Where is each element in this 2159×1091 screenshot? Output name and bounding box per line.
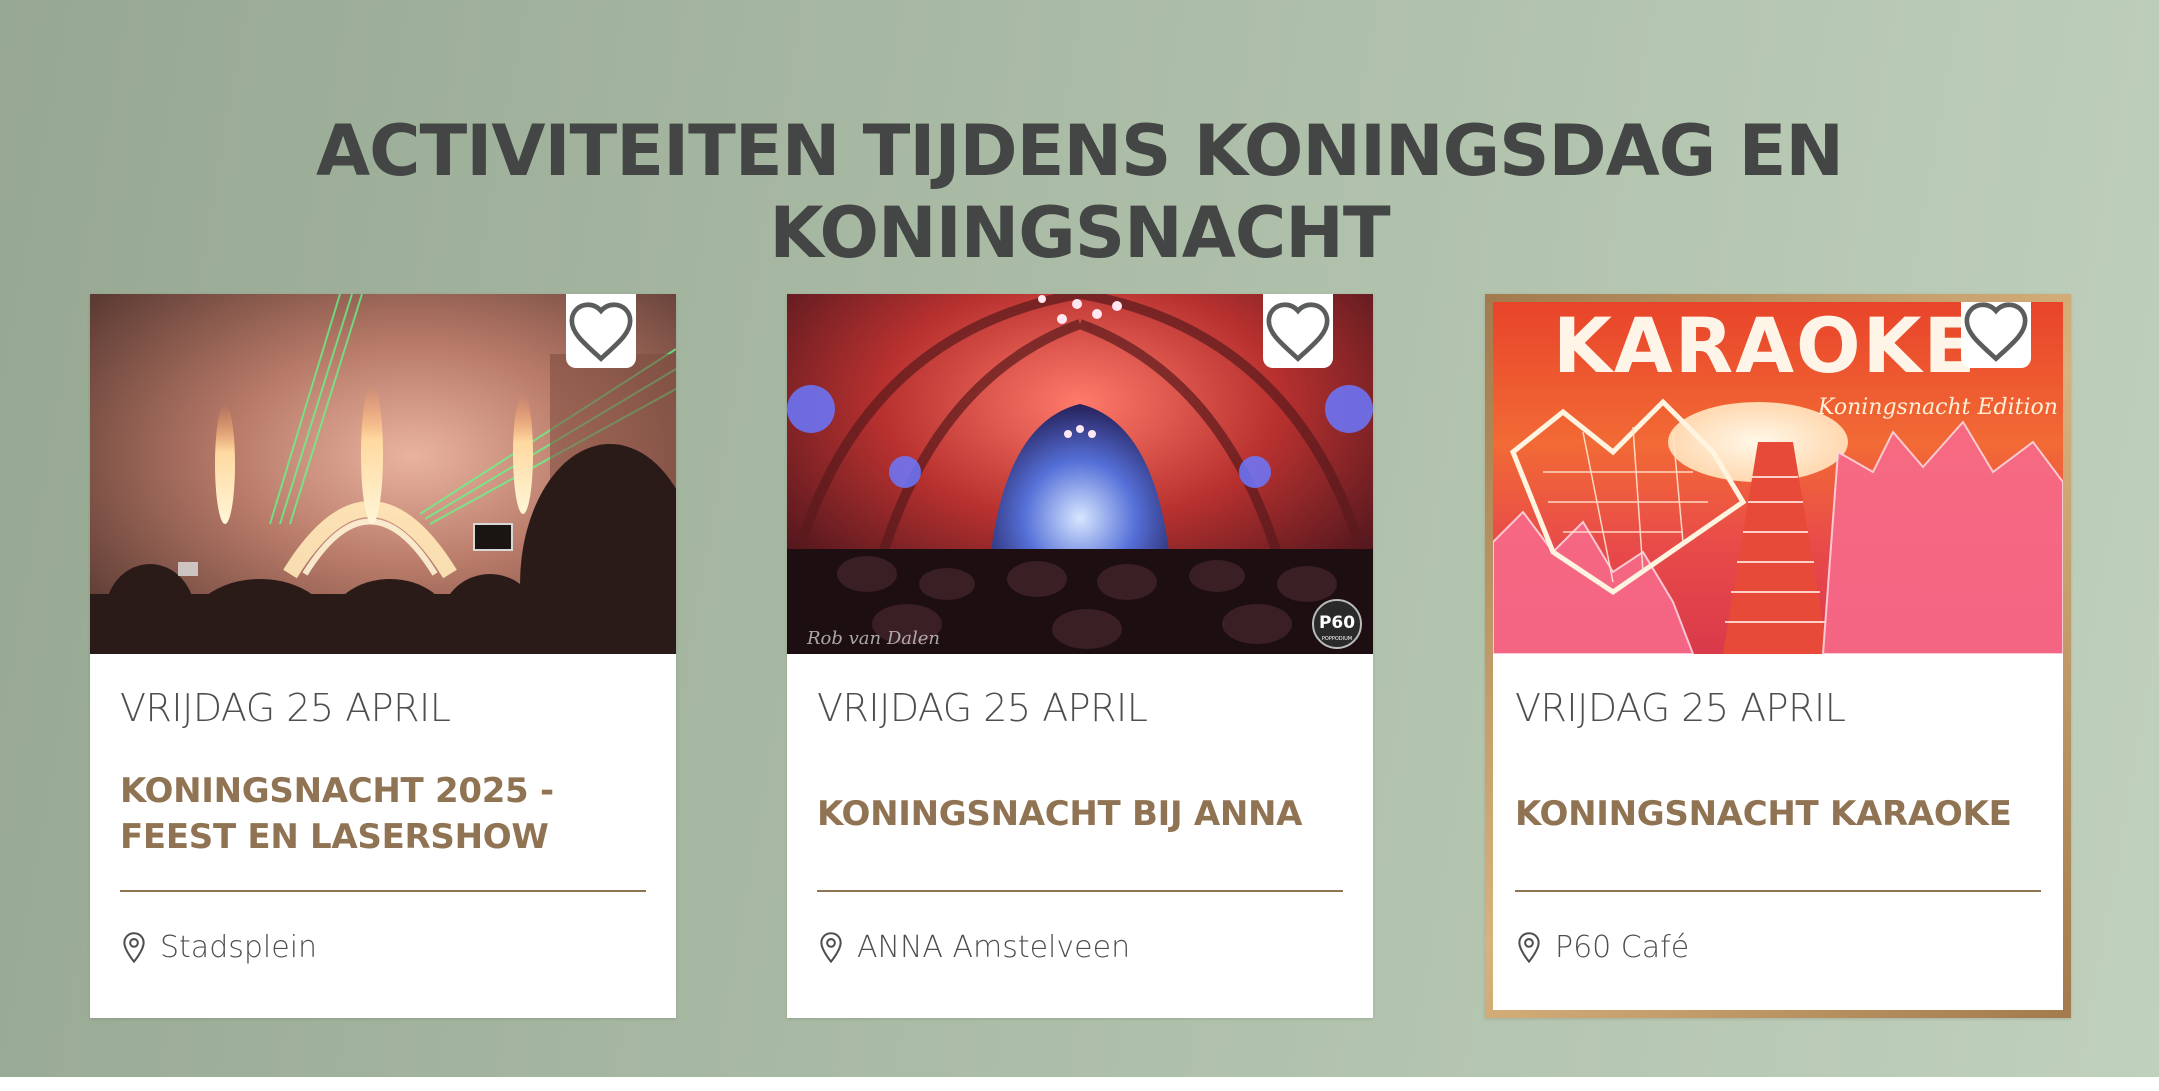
divider <box>1515 890 2041 892</box>
divider <box>120 890 646 892</box>
event-location: P60 Café <box>1515 930 1689 965</box>
event-location: Stadsplein <box>120 930 317 965</box>
event-card-body: VRIJDAG 25 APRIL KONINGSNACHT KARAOKE P6… <box>1515 654 2041 1010</box>
event-title-link[interactable]: KONINGSNACHT 2025 - FEEST EN LASERSHOW <box>120 764 646 864</box>
event-location-name: ANNA Amstelveen <box>857 930 1131 965</box>
event-card-body: VRIJDAG 25 APRIL KONINGSNACHT 2025 - FEE… <box>120 654 646 1018</box>
event-date: VRIJDAG 25 APRIL <box>1515 686 1846 730</box>
event-image-lasershow[interactable] <box>90 294 676 654</box>
event-date: VRIJDAG 25 APRIL <box>120 686 451 730</box>
page-title: ACTIVITEITEN TIJDENS KONINGSDAG EN KONIN… <box>315 110 1844 274</box>
event-location-name: Stadsplein <box>160 930 318 965</box>
event-card-koningsnacht-karaoke[interactable]: KARAOKE Koningsnacht Edition VRIJDAG 25 … <box>1485 294 2071 1018</box>
event-location: ANNA Amstelveen <box>817 930 1130 965</box>
favorite-button[interactable] <box>1263 294 1333 368</box>
event-date: VRIJDAG 25 APRIL <box>817 686 1148 730</box>
karaoke-poster-title: KARAOKE <box>1553 302 1977 390</box>
event-card-koningsnacht-anna[interactable]: Rob van Dalen P60 POPPODIUM VRIJDAG 25 A… <box>787 294 1373 1018</box>
svg-text:POPPODIUM: POPPODIUM <box>1322 636 1352 642</box>
event-title-link[interactable]: KONINGSNACHT KARAOKE <box>1515 764 2041 864</box>
event-card-koningsnacht-feest[interactable]: VRIJDAG 25 APRIL KONINGSNACHT 2025 - FEE… <box>90 294 676 1018</box>
event-location-name: P60 Café <box>1555 930 1690 965</box>
divider <box>817 890 1343 892</box>
heart-outline-icon <box>569 302 633 362</box>
event-image-anna-venue[interactable]: Rob van Dalen P60 POPPODIUM <box>787 294 1373 654</box>
activities-section: ACTIVITEITEN TIJDENS KONINGSDAG EN KONIN… <box>0 0 2159 1077</box>
favorite-button[interactable] <box>566 294 636 368</box>
heart-outline-icon <box>1266 302 1330 362</box>
event-image-karaoke-poster[interactable]: KARAOKE Koningsnacht Edition <box>1493 302 2063 654</box>
photographer-watermark: Rob van Dalen <box>806 628 940 649</box>
event-title-link[interactable]: KONINGSNACHT BIJ ANNA <box>817 764 1343 864</box>
location-pin-icon <box>123 931 145 963</box>
location-pin-icon <box>820 931 842 963</box>
location-pin-icon <box>1518 931 1540 963</box>
heart-outline-icon <box>1964 302 2028 362</box>
p60-logo: P60 <box>1319 613 1355 633</box>
favorite-button[interactable] <box>1961 302 2031 368</box>
event-card-body: VRIJDAG 25 APRIL KONINGSNACHT BIJ ANNA A… <box>817 654 1343 1018</box>
karaoke-poster-subtitle: Koningsnacht Edition <box>1817 395 2058 420</box>
